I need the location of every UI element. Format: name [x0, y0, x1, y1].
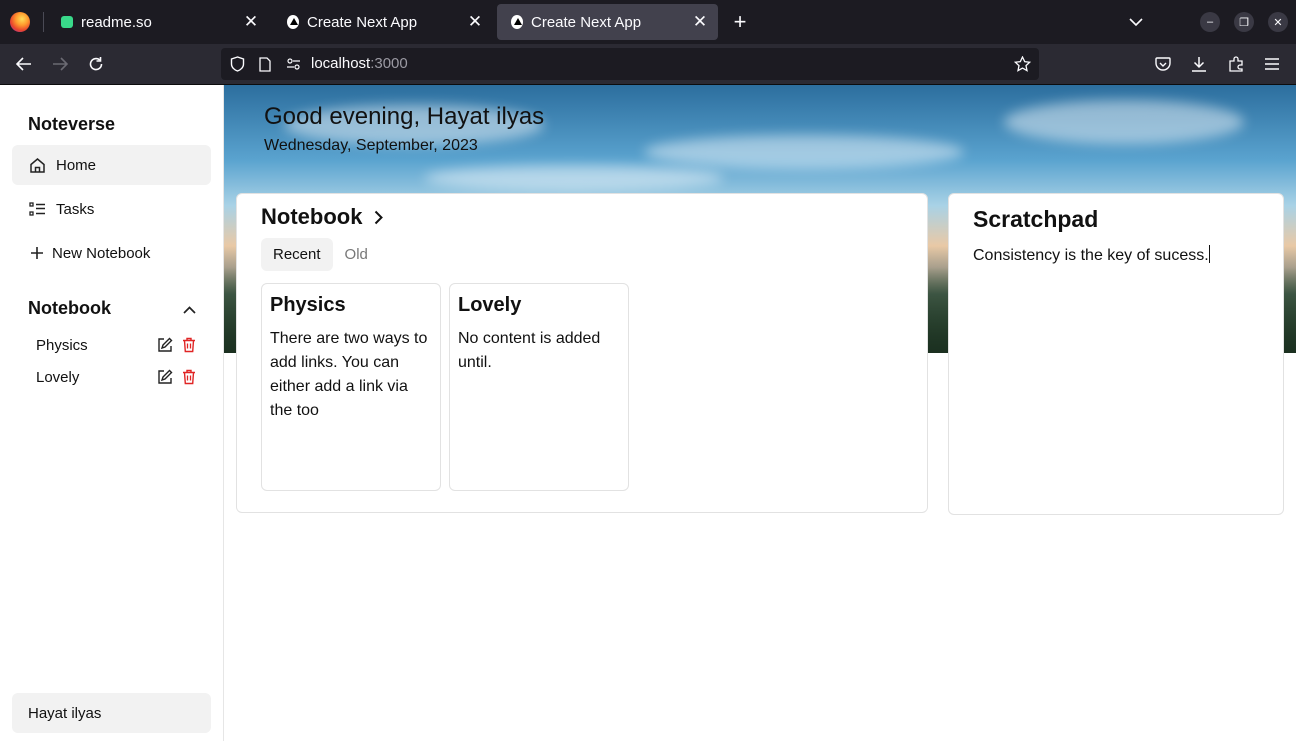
- back-arrow-icon[interactable]: [13, 53, 35, 75]
- notebook-section-title: Notebook: [28, 298, 111, 318]
- nextjs-favicon-icon: [287, 15, 299, 29]
- chevron-up-icon[interactable]: [183, 298, 196, 319]
- reload-icon[interactable]: [85, 53, 107, 75]
- sidebar-item-label: Tasks: [56, 200, 95, 218]
- sidebar-notebook-physics[interactable]: Physics: [36, 333, 198, 357]
- permissions-icon[interactable]: [282, 53, 304, 75]
- text-caret: [1208, 245, 1210, 263]
- user-profile-button[interactable]: Hayat ilyas: [12, 693, 211, 733]
- tab-recent[interactable]: Recent: [261, 238, 333, 271]
- cloud-shape: [1004, 100, 1244, 144]
- sidebar-item-label: Home: [56, 156, 97, 174]
- forward-arrow-icon[interactable]: [49, 53, 71, 75]
- browser-nav-bar: localhost:3000: [0, 44, 1296, 85]
- notebook-section-header[interactable]: Notebook: [28, 298, 196, 319]
- extensions-puzzle-icon[interactable]: [1225, 53, 1247, 75]
- list-tabs-chevron-icon[interactable]: [1124, 10, 1148, 34]
- browser-tab-next-2[interactable]: Create Next App ✕: [497, 4, 718, 40]
- note-card-lovely[interactable]: Lovely No content is added until.: [449, 283, 629, 491]
- note-card-physics[interactable]: Physics There are two ways to add links.…: [261, 283, 441, 491]
- scratchpad-textarea[interactable]: Consistency is the key of sucess.: [973, 245, 1210, 265]
- notebook-panel-title-text: Notebook: [261, 204, 363, 229]
- scratchpad-text: Consistency is the key of sucess.: [973, 247, 1209, 264]
- greeting-heading: Good evening, Hayat ilyas: [264, 103, 545, 130]
- tab-title: readme.so: [81, 13, 152, 31]
- url-text[interactable]: localhost:3000: [311, 55, 408, 72]
- note-title: Lovely: [458, 294, 522, 316]
- tab-title: Create Next App: [307, 13, 418, 31]
- close-tab-icon[interactable]: ✕: [239, 12, 263, 32]
- chevron-right-icon[interactable]: [374, 210, 384, 225]
- notebook-panel-title[interactable]: Notebook: [261, 204, 384, 230]
- sidebar-notebook-lovely[interactable]: Lovely: [36, 365, 198, 389]
- firefox-logo-icon[interactable]: [10, 12, 30, 32]
- scratchpad-panel: Scratchpad Consistency is the key of suc…: [948, 193, 1284, 515]
- url-bar[interactable]: localhost:3000: [221, 48, 1039, 80]
- edit-icon[interactable]: [156, 368, 174, 386]
- current-date: Wednesday, September, 2023: [264, 137, 478, 154]
- browser-tab-readme[interactable]: readme.so ✕: [47, 4, 269, 40]
- readme-favicon-icon: [61, 16, 73, 28]
- close-window-icon[interactable]: ✕: [1268, 12, 1288, 32]
- notebook-label: Lovely: [36, 368, 80, 386]
- nextjs-favicon-icon: [511, 15, 523, 29]
- app-brand: Noteverse: [28, 114, 116, 134]
- note-content: No content is added until.: [458, 330, 601, 371]
- tab-title: Create Next App: [531, 13, 642, 31]
- sidebar-item-new-notebook[interactable]: New Notebook: [12, 233, 211, 273]
- tab-old[interactable]: Old: [333, 238, 380, 271]
- app-sidebar: Noteverse Home Tasks New Notebook Notebo…: [0, 85, 224, 741]
- bookmark-star-icon[interactable]: [1011, 53, 1033, 75]
- pocket-icon[interactable]: [1152, 53, 1174, 75]
- notebook-label: Physics: [36, 336, 88, 354]
- downloads-icon[interactable]: [1188, 53, 1210, 75]
- notebook-tabs: Recent Old: [261, 238, 380, 271]
- new-tab-icon[interactable]: +: [728, 9, 752, 34]
- delete-trash-icon[interactable]: [180, 336, 198, 354]
- close-tab-icon[interactable]: ✕: [688, 12, 712, 32]
- plus-icon: [28, 244, 46, 262]
- scratchpad-title: Scratchpad: [973, 206, 1099, 232]
- sidebar-item-tasks[interactable]: Tasks: [12, 189, 211, 229]
- tracking-shield-icon[interactable]: [226, 53, 248, 75]
- close-tab-icon[interactable]: ✕: [463, 12, 487, 32]
- app-menu-icon[interactable]: [1261, 53, 1283, 75]
- note-content: There are two ways to add links. You can…: [270, 330, 428, 419]
- sidebar-item-label: New Notebook: [52, 244, 151, 262]
- restore-window-icon[interactable]: ❐: [1234, 12, 1254, 32]
- browser-tab-bar: readme.so ✕ Create Next App ✕ Create Nex…: [0, 0, 1296, 44]
- notebook-panel: Notebook Recent Old Physics There are tw…: [236, 193, 928, 513]
- minimize-window-icon[interactable]: –: [1200, 12, 1220, 32]
- delete-trash-icon[interactable]: [180, 368, 198, 386]
- sidebar-item-home[interactable]: Home: [12, 145, 211, 185]
- list-icon: [28, 200, 46, 218]
- cloud-shape: [424, 165, 724, 191]
- home-icon: [28, 156, 46, 174]
- cloud-shape: [644, 135, 964, 169]
- note-title: Physics: [270, 294, 346, 316]
- tab-divider: [43, 12, 44, 32]
- page-info-icon[interactable]: [254, 53, 276, 75]
- edit-icon[interactable]: [156, 336, 174, 354]
- browser-tab-next-1[interactable]: Create Next App ✕: [273, 4, 493, 40]
